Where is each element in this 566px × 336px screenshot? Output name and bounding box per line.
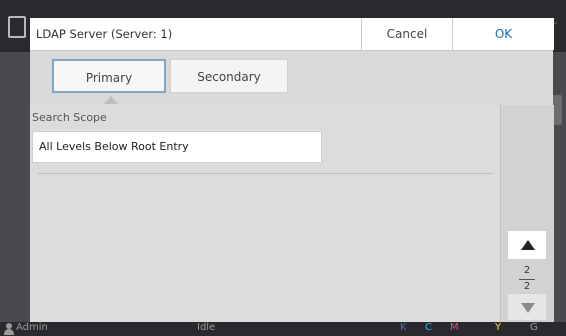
triangle-up-icon [521,240,535,250]
total-pages: 2 [523,281,531,292]
current-page: 2 [523,265,531,276]
tab-pointer [104,96,118,104]
search-scope-label: Search Scope [32,111,107,124]
divider [38,173,493,174]
page-navigator: 2 2 [500,105,554,322]
ink-k: K [400,322,407,333]
ink-y: Y [495,322,502,333]
dialog-title-bar: LDAP Server (Server: 1) Cancel OK [30,18,554,51]
user-icon [4,323,14,335]
page-down-button[interactable] [507,293,547,321]
home-icon [8,16,26,38]
status-user: Admin [16,322,48,333]
tab-secondary[interactable]: Secondary [170,59,288,93]
ink-m: M [450,322,459,333]
page-divider [519,279,535,280]
page-up-button[interactable] [507,230,547,260]
ink-c: C [425,322,432,333]
status-state: Idle [197,322,216,333]
tab-primary[interactable]: Primary [52,59,166,93]
ldap-server-dialog: LDAP Server (Server: 1) Cancel OK Primar… [30,18,554,322]
dialog-title: LDAP Server (Server: 1) [36,27,173,41]
status-bar: Admin Idle K C M Y G [0,322,566,336]
ok-button[interactable]: OK [452,18,554,50]
cancel-button[interactable]: Cancel [361,18,452,50]
search-scope-field[interactable]: All Levels Below Root Entry [32,131,322,163]
ink-g: G [530,322,538,333]
triangle-down-icon [521,303,535,313]
settings-content: Search Scope All Levels Below Root Entry [30,105,500,322]
